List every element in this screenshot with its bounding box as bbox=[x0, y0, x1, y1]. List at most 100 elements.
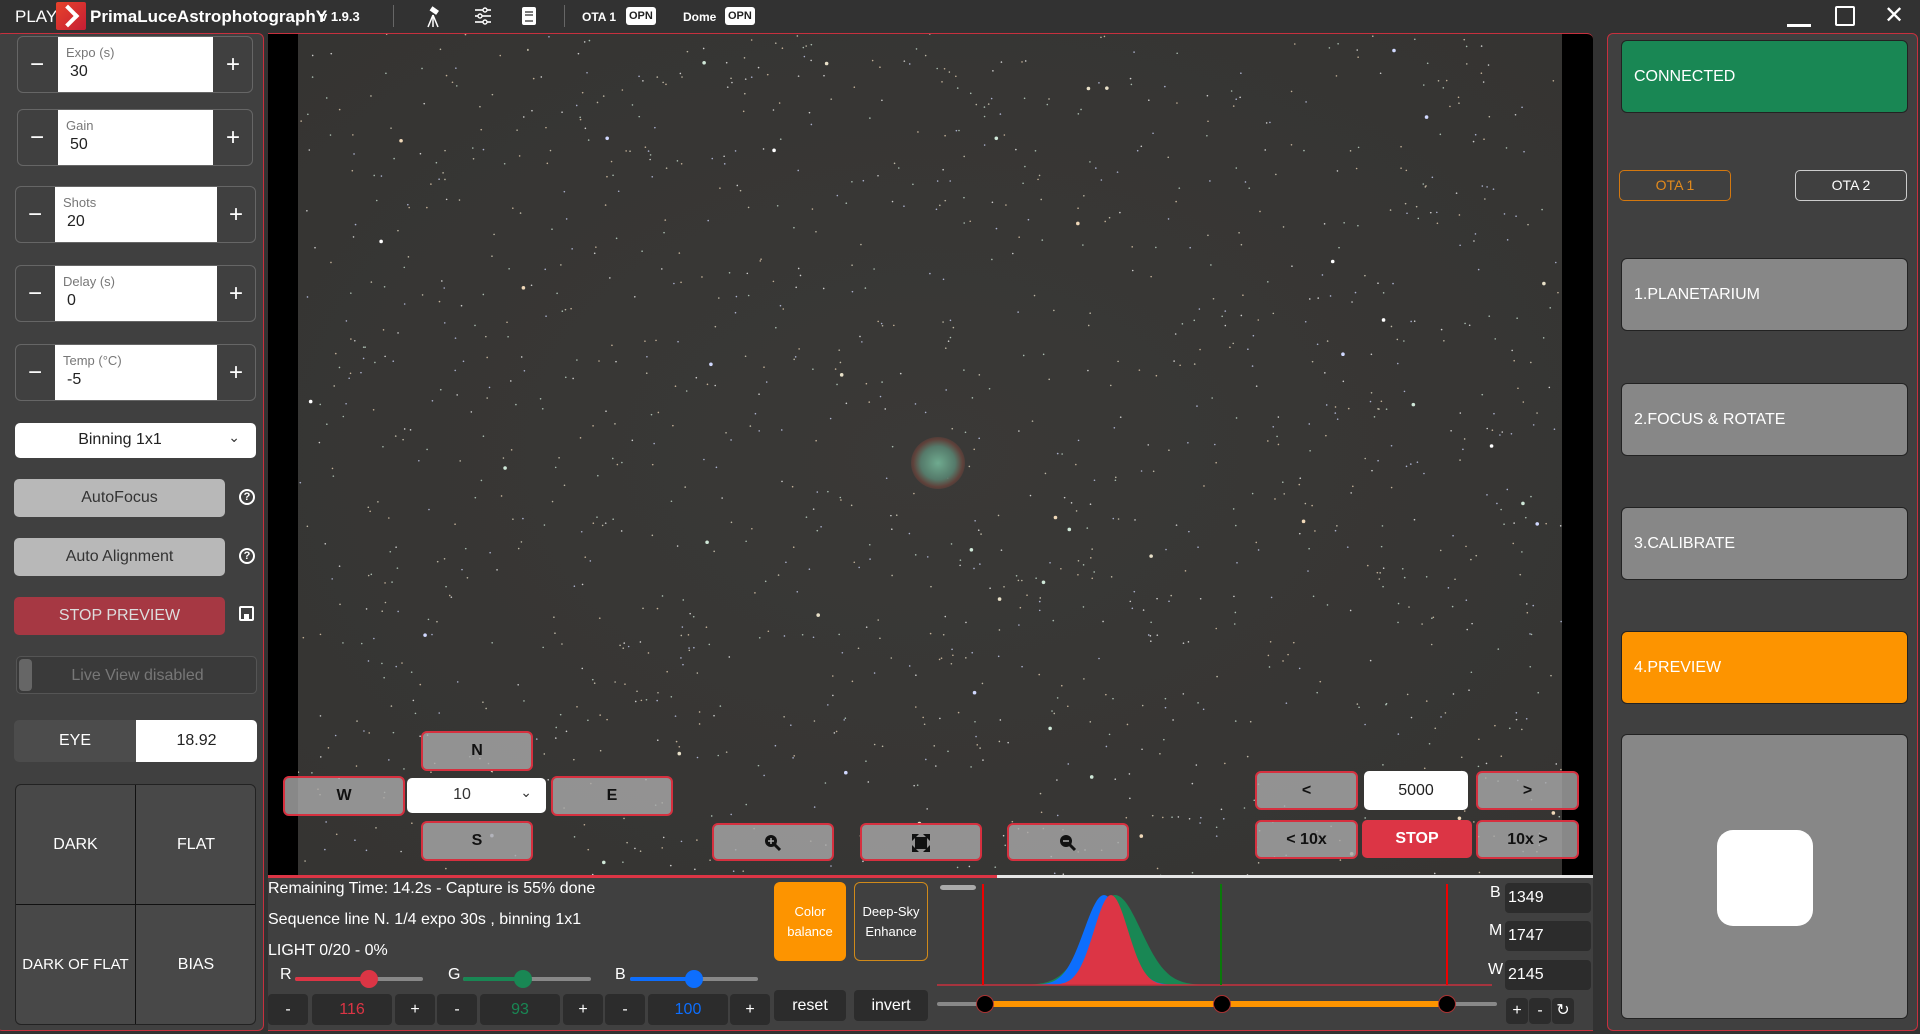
save-icon[interactable] bbox=[239, 606, 254, 621]
dark-of-flat-button[interactable]: DARK OF FLAT bbox=[16, 905, 136, 1024]
temperature-decrement-button[interactable]: − bbox=[16, 345, 54, 400]
zoom-in-button[interactable] bbox=[712, 823, 834, 861]
minimize-button[interactable] bbox=[1780, 2, 1816, 30]
shots-value[interactable]: 20 bbox=[67, 213, 85, 231]
midpoint-input[interactable]: 1747 bbox=[1505, 921, 1591, 951]
histogram[interactable] bbox=[937, 882, 1501, 987]
binning-select[interactable]: Binning 1x1 ⌄ bbox=[15, 423, 256, 458]
live-view-toggle[interactable]: Live View disabled bbox=[16, 656, 257, 694]
gain-increment-button[interactable]: + bbox=[214, 110, 252, 165]
blue-decrement-button[interactable]: - bbox=[605, 994, 645, 1025]
preview-button[interactable]: 4.PREVIEW bbox=[1621, 631, 1908, 704]
planetarium-button[interactable]: 1.PLANETARIUM bbox=[1621, 258, 1908, 331]
zoom-out-button[interactable] bbox=[1007, 823, 1129, 861]
refresh-icon[interactable]: ↻ bbox=[1552, 998, 1574, 1024]
maximize-button[interactable] bbox=[1827, 2, 1863, 30]
delay-value[interactable]: 0 bbox=[67, 292, 76, 310]
red-increment-button[interactable]: + bbox=[395, 994, 435, 1025]
ota1-tab[interactable]: OTA 1 bbox=[1619, 170, 1731, 201]
focuser-next10-button[interactable]: 10x > bbox=[1476, 820, 1579, 859]
delay-increment-button[interactable]: + bbox=[217, 266, 255, 321]
green-decrement-button[interactable]: - bbox=[437, 994, 477, 1025]
white-point-handle[interactable] bbox=[1438, 995, 1456, 1013]
connected-status-button[interactable]: CONNECTED bbox=[1621, 40, 1908, 113]
blue-increment-button[interactable]: + bbox=[730, 994, 770, 1025]
help-icon[interactable]: ? bbox=[239, 489, 255, 505]
focuser-next-button[interactable]: > bbox=[1476, 771, 1579, 810]
histogram-zoom-in-button[interactable]: + bbox=[1506, 998, 1528, 1024]
west-button[interactable]: W bbox=[283, 776, 405, 816]
north-button[interactable]: N bbox=[421, 731, 533, 771]
gain-decrement-button[interactable]: − bbox=[18, 110, 56, 165]
exposure-decrement-button[interactable]: − bbox=[18, 37, 56, 92]
deep-sky-enhance-button[interactable]: Deep-Sky Enhance bbox=[854, 882, 928, 961]
reset-button[interactable]: reset bbox=[774, 990, 846, 1021]
focus-rotate-button[interactable]: 2.FOCUS & ROTATE bbox=[1621, 383, 1908, 456]
calibrate-button[interactable]: 3.CALIBRATE bbox=[1621, 507, 1908, 580]
temperature-increment-button[interactable]: + bbox=[217, 345, 255, 400]
shots-stepper[interactable]: − Shots 20 + bbox=[15, 186, 256, 243]
blue-value[interactable]: 100 bbox=[648, 994, 728, 1025]
exposure-value[interactable]: 30 bbox=[70, 63, 88, 81]
ota2-tab[interactable]: OTA 2 bbox=[1795, 170, 1907, 201]
star bbox=[570, 307, 572, 310]
green-slider[interactable] bbox=[463, 970, 591, 988]
blue-slider-knob[interactable] bbox=[685, 970, 703, 988]
focuser-position-input[interactable]: 5000 bbox=[1364, 771, 1468, 810]
white-point-input[interactable]: 2145 bbox=[1505, 960, 1591, 990]
stop-preview-button[interactable]: STOP PREVIEW bbox=[14, 597, 225, 635]
exposure-stepper[interactable]: − Expo (s) 30 + bbox=[17, 36, 253, 93]
shots-field[interactable]: Shots 20 bbox=[55, 187, 217, 242]
exposure-field[interactable]: Expo (s) 30 bbox=[58, 37, 213, 92]
stretch-slider[interactable] bbox=[937, 995, 1497, 1013]
fit-screen-button[interactable] bbox=[860, 823, 982, 861]
east-button[interactable]: E bbox=[551, 776, 673, 816]
telescope-icon[interactable] bbox=[422, 6, 444, 28]
red-value[interactable]: 116 bbox=[312, 994, 392, 1025]
south-button[interactable]: S bbox=[421, 821, 533, 861]
gain-value[interactable]: 50 bbox=[70, 136, 88, 154]
book-icon[interactable] bbox=[518, 6, 540, 28]
green-value[interactable]: 93 bbox=[480, 994, 560, 1025]
delay-stepper[interactable]: − Delay (s) 0 + bbox=[15, 265, 256, 322]
delay-field[interactable]: Delay (s) 0 bbox=[55, 266, 217, 321]
temperature-field[interactable]: Temp (°C) -5 bbox=[55, 345, 217, 400]
star bbox=[482, 148, 485, 151]
star bbox=[1440, 328, 1443, 331]
bias-button[interactable]: BIAS bbox=[136, 905, 255, 1024]
blue-slider[interactable] bbox=[630, 970, 758, 988]
delay-decrement-button[interactable]: − bbox=[16, 266, 54, 321]
green-decrement-button[interactable]: + bbox=[563, 994, 603, 1025]
shots-decrement-button[interactable]: − bbox=[16, 187, 54, 242]
autofocus-button[interactable]: AutoFocus bbox=[14, 479, 225, 517]
nav-step-select[interactable]: 10 ⌄ bbox=[407, 778, 546, 813]
temperature-value[interactable]: -5 bbox=[67, 371, 81, 389]
focuser-prev-button[interactable]: < bbox=[1255, 771, 1358, 810]
gain-stepper[interactable]: − Gain 50 + bbox=[17, 109, 253, 166]
focuser-stop-button[interactable]: STOP bbox=[1362, 820, 1472, 858]
star bbox=[531, 109, 533, 112]
preview-image-area[interactable]: N W 10 ⌄ E S < 5000 > < 10x STOP 10x > bbox=[268, 33, 1593, 875]
black-point-handle[interactable] bbox=[976, 995, 994, 1013]
auto-alignment-button[interactable]: Auto Alignment bbox=[14, 538, 225, 576]
invert-button[interactable]: invert bbox=[854, 990, 928, 1021]
histogram-zoom-out-button[interactable]: - bbox=[1529, 998, 1551, 1024]
color-balance-button[interactable]: Color balance bbox=[774, 882, 846, 961]
gain-field[interactable]: Gain 50 bbox=[58, 110, 213, 165]
sliders-icon[interactable] bbox=[472, 6, 494, 28]
focuser-prev10-button[interactable]: < 10x bbox=[1255, 820, 1358, 859]
red-decrement-button[interactable]: - bbox=[268, 994, 308, 1025]
black-point-input[interactable]: 1349 bbox=[1505, 883, 1591, 913]
star bbox=[676, 160, 679, 162]
dark-button[interactable]: DARK bbox=[16, 785, 136, 905]
close-button[interactable]: ✕ bbox=[1876, 2, 1912, 30]
stop-capture-button[interactable] bbox=[1621, 734, 1908, 1019]
exposure-increment-button[interactable]: + bbox=[214, 37, 252, 92]
temperature-stepper[interactable]: − Temp (°C) -5 + bbox=[15, 344, 256, 401]
star bbox=[1377, 282, 1379, 285]
shots-increment-button[interactable]: + bbox=[217, 187, 255, 242]
help-icon[interactable]: ? bbox=[239, 548, 255, 564]
red-slider[interactable] bbox=[295, 970, 423, 988]
flat-button[interactable]: FLAT bbox=[136, 785, 255, 905]
midpoint-handle[interactable] bbox=[1213, 995, 1231, 1013]
